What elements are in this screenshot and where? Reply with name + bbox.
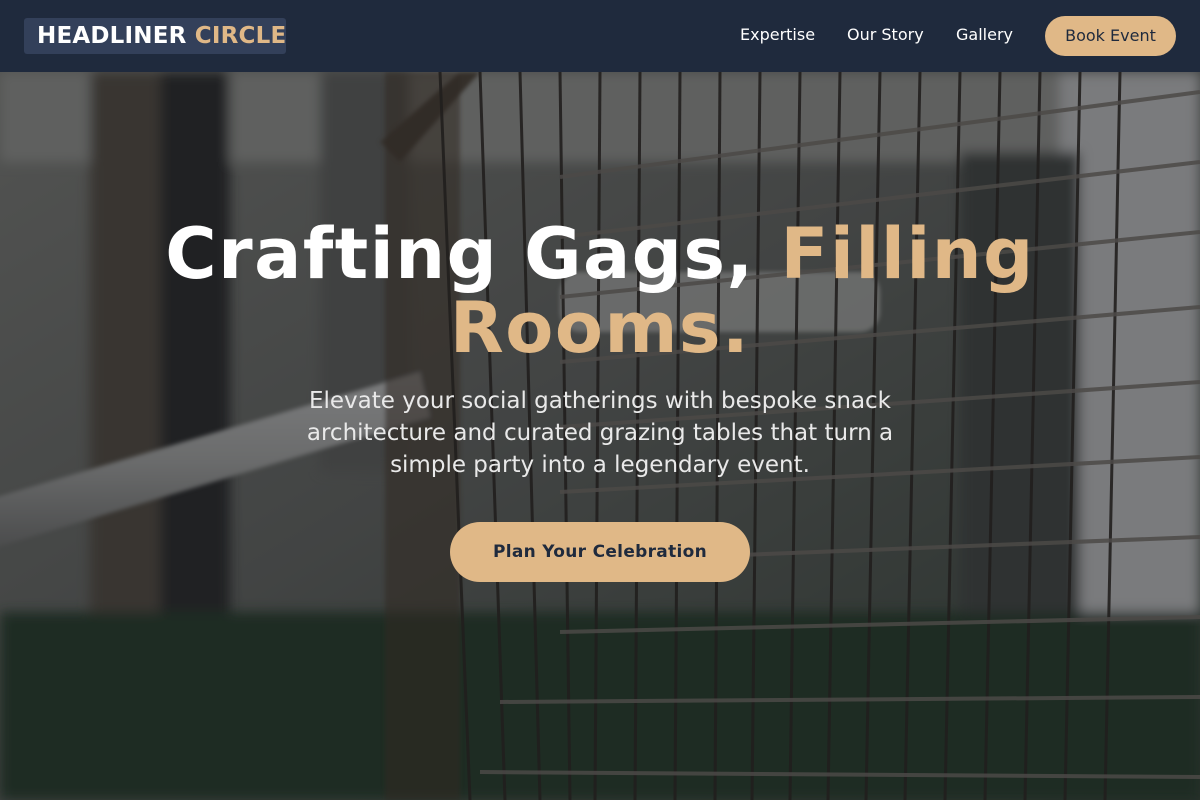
hero-section: Crafting Gags, Filling Rooms. Elevate yo… <box>0 72 1200 800</box>
hero-subtitle: Elevate your social gatherings with besp… <box>306 388 894 478</box>
hero-headline-primary: Crafting Gags, <box>165 213 755 295</box>
brand-name-primary: HEADLINER <box>37 23 187 49</box>
book-event-button[interactable]: Book Event <box>1045 16 1176 56</box>
nav-link-expertise[interactable]: Expertise <box>740 24 815 46</box>
top-navbar: HEADLINER CIRCLE Expertise Our Story Gal… <box>0 0 1200 72</box>
plan-celebration-button[interactable]: Plan Your Celebration <box>450 522 750 582</box>
brand-name-accent: CIRCLE <box>194 23 287 49</box>
hero-headline: Crafting Gags, Filling Rooms. <box>100 217 1100 365</box>
nav-link-gallery[interactable]: Gallery <box>956 24 1013 46</box>
brand-logo[interactable]: HEADLINER CIRCLE <box>24 18 286 54</box>
nav-link-our-story[interactable]: Our Story <box>847 24 924 46</box>
